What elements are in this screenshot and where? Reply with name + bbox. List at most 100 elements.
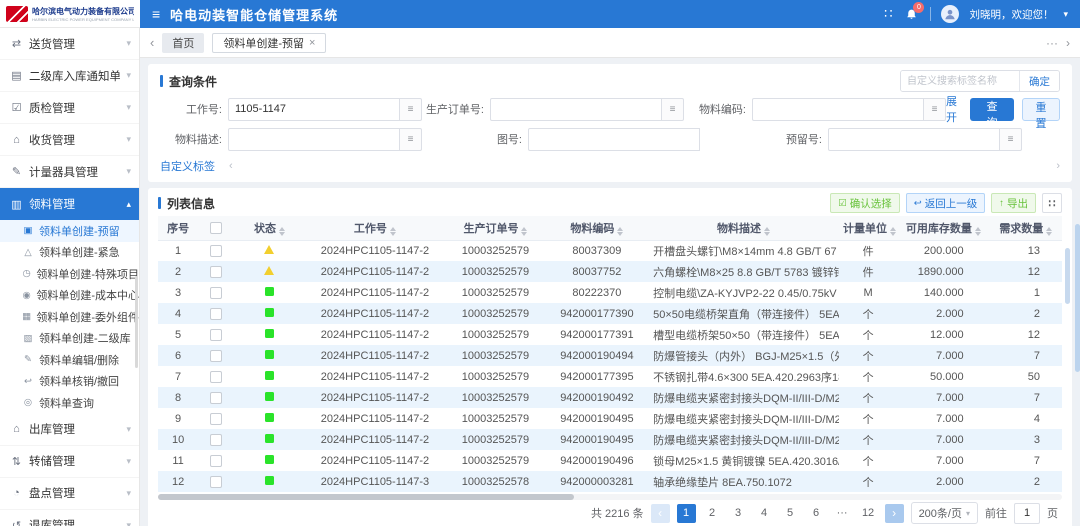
table-row[interactable]: 10 2024HPC1105-1147-2 10003252579 942000… <box>158 429 1062 450</box>
table-row[interactable]: 9 2024HPC1105-1147-2 10003252579 9420001… <box>158 408 1062 429</box>
sort-carets-icon[interactable] <box>617 227 623 237</box>
table-row[interactable]: 7 2024HPC1105-1147-2 10003252579 9420001… <box>158 366 1062 387</box>
query-field-input[interactable] <box>752 98 924 121</box>
sort-carets-icon[interactable] <box>975 227 981 237</box>
grid-view-icon[interactable]: ∷ <box>1042 193 1062 213</box>
row-checkbox[interactable] <box>210 308 222 320</box>
row-checkbox[interactable] <box>210 329 222 341</box>
sort-carets-icon[interactable] <box>521 227 527 237</box>
next-page-icon[interactable]: › <box>885 504 904 523</box>
list-select-icon[interactable]: ≡ <box>400 98 422 121</box>
column-header[interactable]: 物料编码 <box>546 216 648 240</box>
list-select-icon[interactable]: ≡ <box>924 98 946 121</box>
goto-page-input[interactable] <box>1014 503 1040 524</box>
sort-carets-icon[interactable] <box>279 227 285 237</box>
collapse-menu-icon[interactable]: ≡ <box>152 7 160 21</box>
custom-tag-search-input[interactable] <box>901 71 1019 91</box>
page-size-select[interactable]: 200条/页 ▾ <box>911 502 978 524</box>
table-row[interactable]: 12 2024HPC1105-1147-3 10003252578 942000… <box>158 471 1062 492</box>
list-toolbar-button[interactable]: ↩ 返回上一级 <box>906 193 985 213</box>
tags-scroll-right-icon[interactable]: › <box>1056 160 1060 172</box>
page-number[interactable]: 1 <box>677 504 696 523</box>
column-header[interactable]: 需求数量 <box>990 216 1062 240</box>
tab-material-create-reserve[interactable]: 领料单创建-预留 × <box>212 33 326 53</box>
page-number[interactable]: 5 <box>781 504 800 523</box>
user-menu-caret-icon[interactable]: ▾ <box>1063 9 1068 20</box>
confirm-button[interactable]: 确定 <box>1019 70 1059 92</box>
page-number[interactable]: ··· <box>833 504 852 523</box>
page-number[interactable]: 3 <box>729 504 748 523</box>
sidebar-item[interactable]: ⌂ 出库管理 ▾ <box>0 414 139 446</box>
sidebar-group-material-management[interactable]: ▥ 领料管理 ▴ <box>0 188 139 220</box>
horizontal-scroll-thumb[interactable] <box>158 494 574 500</box>
query-field-input[interactable] <box>828 128 1000 151</box>
query-field-input[interactable] <box>490 98 662 121</box>
column-header[interactable]: 物料描述 <box>648 216 839 240</box>
custom-tag-link[interactable]: 自定义标签 <box>160 158 215 174</box>
page-number[interactable]: 12 <box>859 504 878 523</box>
user-avatar[interactable] <box>941 5 959 23</box>
sidebar-subitem[interactable]: ▧ 领料单创建-二级库 <box>0 328 139 350</box>
row-checkbox[interactable] <box>210 350 222 362</box>
sidebar-item[interactable]: ⇄ 送货管理 ▾ <box>0 28 139 60</box>
row-checkbox[interactable] <box>210 434 222 446</box>
user-greeting[interactable]: 刘晓明，欢迎您！ <box>969 7 1053 22</box>
sort-carets-icon[interactable] <box>890 227 896 237</box>
sidebar-subitem[interactable]: ↩ 领料单核销/撤回 <box>0 371 139 393</box>
list-toolbar-button[interactable]: ☑ 确认选择 <box>830 193 900 213</box>
table-row[interactable]: 4 2024HPC1105-1147-2 10003252579 9420001… <box>158 303 1062 324</box>
tab-home[interactable]: 首页 <box>162 33 204 53</box>
row-checkbox[interactable] <box>210 245 222 257</box>
table-row[interactable]: 5 2024HPC1105-1147-2 10003252579 9420001… <box>158 324 1062 345</box>
column-header[interactable]: 生产订单号 <box>445 216 545 240</box>
page-number[interactable]: 4 <box>755 504 774 523</box>
row-checkbox[interactable] <box>210 413 222 425</box>
list-select-icon[interactable]: ≡ <box>1000 128 1022 151</box>
sidebar-subitem[interactable]: △ 领料单创建-紧急 <box>0 242 139 264</box>
row-checkbox[interactable] <box>210 455 222 467</box>
sidebar-item[interactable]: ☑ 质检管理 ▾ <box>0 92 139 124</box>
sidebar-item[interactable]: ◔ 盘点管理 ▾ <box>0 478 139 510</box>
sort-carets-icon[interactable] <box>1046 227 1052 237</box>
table-row[interactable]: 6 2024HPC1105-1147-2 10003252579 9420001… <box>158 345 1062 366</box>
query-field-input[interactable] <box>528 128 700 151</box>
column-header[interactable]: 计量单位 <box>839 216 897 240</box>
sidebar-item[interactable]: ▤ 二级库入库通知单 ▾ <box>0 60 139 92</box>
page-number[interactable]: 6 <box>807 504 826 523</box>
list-select-icon[interactable]: ≡ <box>400 128 422 151</box>
row-checkbox[interactable] <box>210 287 222 299</box>
tabs-more-icon[interactable]: ··· <box>1046 36 1058 50</box>
row-checkbox[interactable] <box>210 266 222 278</box>
sort-carets-icon[interactable] <box>390 227 396 237</box>
table-row[interactable]: 11 2024HPC1105-1147-2 10003252579 942000… <box>158 450 1062 471</box>
table-row[interactable]: 1 2024HPC1105-1147-2 10003252579 8003730… <box>158 240 1062 261</box>
row-checkbox[interactable] <box>210 371 222 383</box>
list-toolbar-button[interactable]: ↑ 导出 <box>991 193 1036 213</box>
page-number[interactable]: 2 <box>703 504 722 523</box>
tags-scroll-left-icon[interactable]: ‹ <box>229 160 233 172</box>
sort-carets-icon[interactable] <box>764 227 770 237</box>
sidebar-subitem[interactable]: ▦ 领料单创建-委外组件 <box>0 306 139 328</box>
notification-bell-icon[interactable]: 0 <box>902 5 920 23</box>
sidebar-subitem[interactable]: ▣ 领料单创建-预留 <box>0 220 139 242</box>
sidebar-scrollbar[interactable] <box>135 276 138 368</box>
search-button[interactable]: 查询 <box>970 98 1014 121</box>
query-field-input[interactable] <box>228 98 400 121</box>
column-header[interactable]: 可用库存数量 <box>897 216 989 240</box>
table-row[interactable]: 3 2024HPC1105-1147-2 10003252579 8022237… <box>158 282 1062 303</box>
prev-page-icon[interactable]: ‹ <box>651 504 670 523</box>
sidebar-item[interactable]: ⌂ 收货管理 ▾ <box>0 124 139 156</box>
table-row[interactable]: 8 2024HPC1105-1147-2 10003252579 9420001… <box>158 387 1062 408</box>
table-row[interactable]: 2 2024HPC1105-1147-2 10003252579 8003775… <box>158 261 1062 282</box>
row-checkbox[interactable] <box>210 476 222 488</box>
fullscreen-icon[interactable]: ∷ <box>884 6 892 22</box>
list-select-icon[interactable]: ≡ <box>662 98 684 121</box>
tabs-scroll-right-icon[interactable]: › <box>1066 36 1070 50</box>
query-field-input[interactable] <box>228 128 400 151</box>
tabs-scroll-left-icon[interactable]: ‹ <box>150 35 154 50</box>
column-header[interactable]: 工作号 <box>305 216 446 240</box>
sidebar-item[interactable]: ⇅ 转储管理 ▾ <box>0 446 139 478</box>
sidebar-subitem[interactable]: ◎ 领料单查询 <box>0 392 139 414</box>
sidebar-item[interactable]: ↺ 退库管理 ▾ <box>0 510 139 526</box>
page-scroll-thumb[interactable] <box>1075 224 1080 372</box>
